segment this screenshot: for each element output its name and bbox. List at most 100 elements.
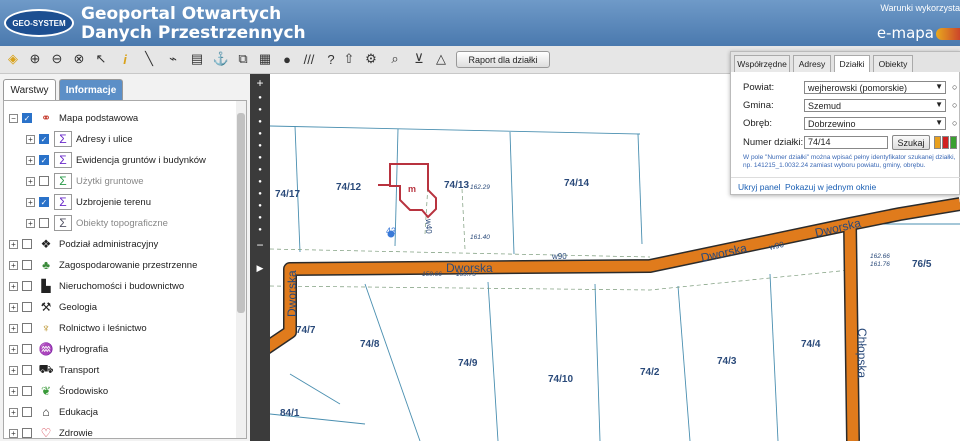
- radio-icon[interactable]: ○: [952, 118, 957, 128]
- layer-checkbox[interactable]: [22, 407, 32, 417]
- layer-checkbox[interactable]: [22, 428, 32, 438]
- info-icon[interactable]: i: [116, 50, 134, 68]
- radio-icon[interactable]: ○: [952, 82, 957, 92]
- zoom-level-dot[interactable]: ●: [254, 116, 266, 128]
- zoom-level-dot[interactable]: ●: [254, 164, 266, 176]
- layer-checkbox[interactable]: ✓: [39, 197, 49, 207]
- expand-toggle[interactable]: +: [26, 134, 35, 144]
- cart-icon[interactable]: ⊻: [410, 50, 428, 68]
- layer-checkbox[interactable]: [22, 281, 32, 291]
- parcel-label[interactable]: 84/1: [280, 408, 300, 419]
- obreb-select[interactable]: Dobrzewino ▼: [804, 117, 946, 130]
- hatch-icon[interactable]: ///: [300, 50, 318, 68]
- expand-toggle[interactable]: +: [9, 386, 18, 396]
- layer-checkbox[interactable]: [39, 218, 49, 228]
- tab-informacje[interactable]: Informacje: [59, 79, 123, 100]
- powiat-select[interactable]: wejherowski (pomorskie) ▼: [804, 81, 946, 94]
- parcel-label[interactable]: 74/4: [801, 339, 821, 350]
- layer-checkbox[interactable]: [22, 344, 32, 354]
- search-button[interactable]: Szukaj: [892, 135, 930, 150]
- zoom-level-dot[interactable]: ●: [254, 176, 266, 188]
- parcel-label[interactable]: 74/8: [360, 339, 380, 350]
- zoom-level-dot[interactable]: ●: [254, 140, 266, 152]
- help-icon[interactable]: ?: [322, 50, 340, 68]
- tab-wspolrzedne[interactable]: Współrzędne: [734, 55, 790, 72]
- expand-panel-icon[interactable]: ▶: [254, 262, 266, 274]
- expand-toggle[interactable]: +: [9, 281, 18, 291]
- layer-row-zagospodarowanie[interactable]: + ♣ Zagospodarowanie przestrzenne: [9, 255, 197, 275]
- expand-toggle[interactable]: +: [9, 344, 18, 354]
- layer-scrollbar[interactable]: [236, 101, 246, 438]
- collapse-toggle[interactable]: −: [9, 113, 18, 123]
- logo[interactable]: GEO-SYSTEM: [4, 9, 74, 37]
- expand-toggle[interactable]: +: [9, 407, 18, 417]
- measure-area-icon[interactable]: ⌁: [164, 50, 182, 68]
- expand-toggle[interactable]: +: [9, 260, 18, 270]
- layer-checkbox[interactable]: [39, 176, 49, 186]
- parcel-number-input[interactable]: 74/14: [804, 136, 888, 149]
- layer-row-geologia[interactable]: + ⚒ Geologia: [9, 297, 97, 317]
- search-zoom-icon[interactable]: ⌕: [386, 50, 404, 68]
- layer-checkbox[interactable]: [22, 323, 32, 333]
- layer-row-srodowisko[interactable]: + ❦ Środowisko: [9, 381, 108, 401]
- zoom-in-icon[interactable]: ⊕: [26, 50, 44, 68]
- tab-warstwy[interactable]: Warstwy: [3, 79, 56, 100]
- parcel-label[interactable]: 74/7: [296, 325, 316, 336]
- layer-row-transport[interactable]: + ⛟ Transport: [9, 360, 99, 380]
- layer-row-uzbrojenie[interactable]: + ✓ Σ Uzbrojenie terenu: [26, 192, 151, 212]
- layer-checkbox[interactable]: ✓: [39, 134, 49, 144]
- tab-dzialki[interactable]: Działki: [834, 55, 870, 72]
- expand-toggle[interactable]: +: [9, 323, 18, 333]
- parcel-label[interactable]: 76/5: [912, 259, 932, 270]
- report-button[interactable]: Raport dla działki: [456, 51, 550, 68]
- expand-toggle[interactable]: +: [26, 176, 35, 186]
- layer-row-adresy[interactable]: + ✓ Σ Adresy i ulice: [26, 129, 133, 149]
- parcel-label[interactable]: 74/17: [275, 189, 300, 200]
- parcel-label[interactable]: 74/10: [548, 374, 573, 385]
- scrollbar-thumb[interactable]: [237, 113, 245, 313]
- zoom-window-icon[interactable]: ⊗: [70, 50, 88, 68]
- layer-row-podzial[interactable]: + ❖ Podział administracyjny: [9, 234, 158, 254]
- layer-row-ewidencja[interactable]: + ✓ Σ Ewidencja gruntów i budynków: [26, 150, 206, 170]
- layer-checkbox[interactable]: [22, 365, 32, 375]
- layer-checkbox[interactable]: [22, 386, 32, 396]
- parcel-label[interactable]: 74/12: [336, 182, 361, 193]
- zoom-out-button[interactable]: −: [254, 239, 266, 251]
- parcel-label[interactable]: 74/2: [640, 367, 660, 378]
- layer-row-zdrowie[interactable]: + ♡ Zdrowie: [9, 423, 93, 438]
- tab-adresy[interactable]: Adresy: [793, 55, 831, 72]
- expand-toggle[interactable]: +: [26, 218, 35, 228]
- color-swatch[interactable]: [942, 136, 949, 149]
- parcel-label[interactable]: 74/14: [564, 178, 589, 189]
- anchor-icon[interactable]: ⚓: [212, 50, 230, 68]
- layer-checkbox[interactable]: ✓: [39, 155, 49, 165]
- parcel-label[interactable]: 74/13: [444, 180, 469, 191]
- zoom-in-button[interactable]: +: [254, 77, 266, 89]
- hide-panel-link[interactable]: Ukryj panel: [738, 182, 781, 192]
- measure-line-icon[interactable]: ╲: [140, 50, 158, 68]
- radio-icon[interactable]: ○: [952, 100, 957, 110]
- color-swatch[interactable]: [934, 136, 941, 149]
- parcel-label[interactable]: 74/3: [717, 356, 737, 367]
- warning-icon[interactable]: △: [432, 50, 450, 68]
- terms-link[interactable]: Warunki wykorzysta: [880, 3, 960, 13]
- expand-toggle[interactable]: +: [26, 197, 35, 207]
- route-icon[interactable]: ⇧: [340, 50, 358, 68]
- zoom-level-dot[interactable]: ●: [254, 104, 266, 116]
- zoom-level-dot[interactable]: ●: [254, 224, 266, 236]
- speech-icon[interactable]: ●: [278, 50, 296, 68]
- parcel-label[interactable]: 74/9: [458, 358, 478, 369]
- pointer-icon[interactable]: ↖: [92, 50, 110, 68]
- zoom-out-icon[interactable]: ⊖: [48, 50, 66, 68]
- copy-icon[interactable]: ⧉: [234, 50, 252, 68]
- layer-row-hydrografia[interactable]: + ♒ Hydrografia: [9, 339, 108, 359]
- zoom-level-dot[interactable]: ●: [254, 128, 266, 140]
- layer-checkbox[interactable]: [22, 260, 32, 270]
- layout-icon[interactable]: ▦: [256, 50, 274, 68]
- expand-toggle[interactable]: +: [9, 239, 18, 249]
- layer-checkbox[interactable]: [22, 302, 32, 312]
- gear-icon[interactable]: ⚙: [362, 50, 380, 68]
- layer-row-obiekty-topo[interactable]: + Σ Obiekty topograficzne: [26, 213, 168, 233]
- expand-toggle[interactable]: +: [9, 302, 18, 312]
- layer-row-nieruchomosci[interactable]: + ▙ Nieruchomości i budownictwo: [9, 276, 184, 296]
